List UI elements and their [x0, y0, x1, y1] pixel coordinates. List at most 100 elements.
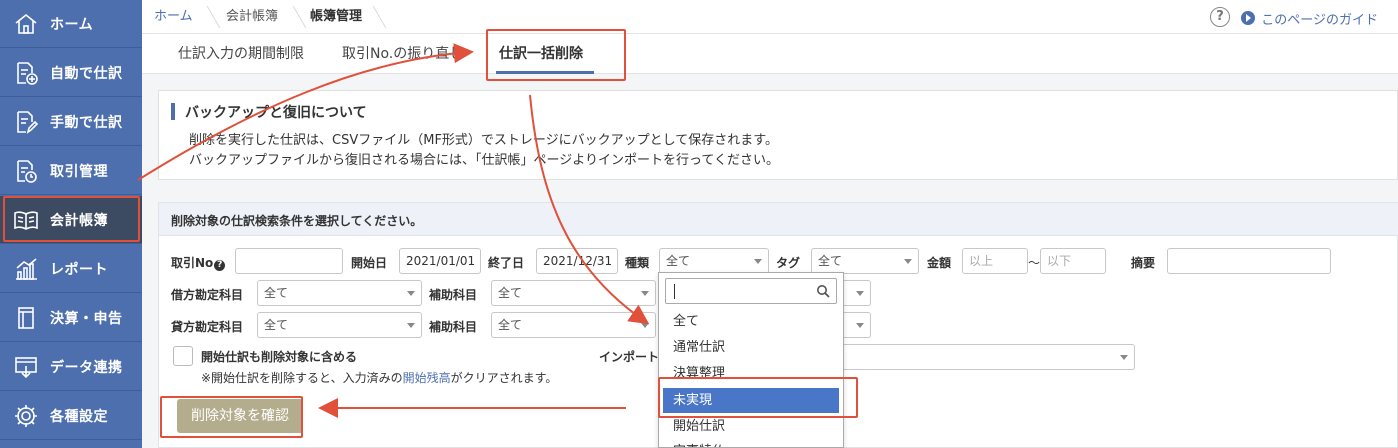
label-transaction-no: 取引No?	[171, 254, 226, 271]
memo-input[interactable]	[1167, 248, 1331, 274]
amount-min-input[interactable]	[962, 248, 1028, 274]
home-icon	[12, 10, 40, 38]
sidebar-item-home[interactable]: ホーム	[0, 0, 142, 48]
search-icon	[817, 285, 830, 298]
label-import: インポート	[599, 350, 660, 364]
tab-renumber[interactable]: 取引No.の振り直し	[342, 34, 463, 74]
title-bar-accent	[171, 103, 175, 120]
text-cursor	[674, 284, 675, 299]
sidebar-item-label: レポート	[50, 261, 108, 278]
panel-header: 削除対象の仕訳検索条件を選択してください。	[159, 203, 1398, 236]
label-tag: タグ	[776, 256, 801, 270]
credit-sub-select[interactable]: 全て	[491, 312, 656, 338]
book-icon	[12, 206, 40, 234]
debit-account-value: 全て	[264, 286, 289, 300]
chevron-down-icon	[856, 323, 864, 328]
opening-balance-link[interactable]: 開始残高	[403, 371, 451, 385]
label-credit-account: 貸方勘定科目	[171, 320, 244, 334]
label-transaction-no-text: 取引No	[171, 256, 214, 270]
sidebar-item-auto-journal[interactable]: 自動で仕訳	[0, 49, 142, 97]
breadcrumb-separator	[359, 6, 387, 28]
label-debit-sub: 補助科目	[429, 288, 478, 302]
label-type: 種類	[625, 256, 650, 270]
debit-sub-value: 全て	[498, 286, 523, 300]
sidebar-item-label: 各種設定	[50, 408, 108, 425]
tab-period-restriction[interactable]: 仕訳入力の期間制限	[178, 34, 304, 74]
sidebar-item-label: 自動で仕訳	[50, 65, 123, 82]
sidebar-item-transactions[interactable]: 取引管理	[0, 147, 142, 195]
help-circle-icon[interactable]: ?	[214, 260, 226, 271]
credit-account-select[interactable]: 全て	[257, 312, 422, 338]
start-date-input[interactable]	[399, 248, 481, 274]
label-debit-account: 借方勘定科目	[171, 288, 244, 302]
amount-range-tilde: 〜	[1028, 256, 1041, 270]
backup-info-box: バックアップと復旧について 削除を実行した仕訳は、CSVファイル（MF形式）でス…	[158, 90, 1398, 180]
tab-bar: 仕訳入力の期間制限 取引No.の振り直し 仕訳一括削除	[142, 34, 1398, 74]
breadcrumb: ホーム 会計帳簿 帳簿管理 ? このページのガイド	[142, 0, 1398, 34]
breadcrumb-books[interactable]: 会計帳簿	[226, 0, 278, 34]
dropdown-option-normal[interactable]: 通常仕訳	[663, 335, 839, 360]
auto-journal-icon	[12, 59, 40, 87]
breadcrumb-separator	[279, 6, 307, 28]
credit-account-value: 全て	[264, 318, 289, 332]
sidebar-item-label: 決算・申告	[50, 310, 123, 327]
amount-max-input[interactable]	[1040, 248, 1106, 274]
dropdown-option-closing[interactable]: 決算整理	[663, 361, 839, 386]
sidebar-item-settings[interactable]: 各種設定	[0, 392, 142, 440]
include-opening-label: 開始仕訳も削除対象に含める	[201, 350, 358, 364]
import-select[interactable]	[839, 344, 1135, 370]
sidebar-item-books[interactable]: 会計帳簿	[0, 196, 142, 244]
report-icon	[12, 255, 40, 283]
sidebar-item-settlement[interactable]: 決算・申告	[0, 294, 142, 342]
gear-icon	[12, 402, 40, 430]
opening-note-suffix: がクリアされます。	[450, 371, 558, 385]
tag-select-value: 全て	[818, 254, 843, 268]
chevron-down-icon	[407, 323, 415, 328]
sidebar: ホーム 自動で仕訳 手動で仕訳 取引管理 会計帳簿 レポート 決算・申告 データ…	[0, 0, 142, 448]
sidebar-item-data-link[interactable]: データ連携	[0, 343, 142, 391]
sidebar-item-label: データ連携	[50, 359, 123, 376]
credit-sub-value: 全て	[498, 318, 523, 332]
chevron-down-icon	[641, 323, 649, 328]
label-end-date: 終了日	[488, 256, 525, 270]
include-opening-checkbox[interactable]	[173, 346, 193, 366]
dropdown-option-unrealized[interactable]: 未実現	[663, 388, 839, 413]
data-link-icon	[12, 353, 40, 381]
transaction-no-input[interactable]	[235, 248, 343, 274]
opening-note-prefix: ※開始仕訳を削除すると、入力済みの	[201, 371, 403, 385]
settlement-icon	[12, 304, 40, 332]
sidebar-item-reports[interactable]: レポート	[0, 245, 142, 293]
chevron-down-icon	[641, 291, 649, 296]
chevron-down-icon	[754, 259, 762, 264]
chevron-down-icon	[856, 291, 864, 296]
type-dropdown-menu: 全て 通常仕訳 決算整理 未実現 開始仕訳 完事特仏	[658, 272, 844, 448]
end-date-input[interactable]	[536, 248, 618, 274]
dropdown-search-input[interactable]	[665, 278, 837, 304]
label-amount: 金額	[927, 256, 952, 270]
help-icon[interactable]: ?	[1210, 7, 1230, 27]
debit-account-select[interactable]: 全て	[257, 280, 422, 306]
label-memo: 摘要	[1131, 256, 1156, 270]
breadcrumb-home[interactable]: ホーム	[154, 0, 193, 34]
breadcrumb-separator	[193, 6, 221, 28]
dropdown-option-all[interactable]: 全て	[663, 309, 839, 334]
dropdown-option-partial[interactable]: 完事特仏	[663, 439, 839, 447]
type-select-value: 全て	[666, 254, 691, 268]
confirm-delete-button[interactable]: 削除対象を確認	[177, 399, 303, 433]
tab-bulk-delete[interactable]: 仕訳一括削除	[499, 34, 583, 74]
active-tab-underline	[496, 71, 594, 74]
type-select[interactable]: 全て	[659, 248, 769, 274]
sidebar-item-manual-journal[interactable]: 手動で仕訳	[0, 98, 142, 146]
sidebar-item-label: 会計帳簿	[50, 212, 108, 229]
tag-select[interactable]: 全て	[811, 248, 919, 274]
sidebar-item-label: 手動で仕訳	[50, 114, 123, 131]
chevron-down-icon	[904, 259, 912, 264]
manual-journal-icon	[12, 108, 40, 136]
page-guide-link[interactable]: このページのガイド	[1241, 8, 1378, 28]
dropdown-option-opening[interactable]: 開始仕訳	[663, 414, 839, 439]
transaction-icon	[12, 157, 40, 185]
sidebar-item-label: 取引管理	[50, 163, 108, 180]
backup-info-line-1: 削除を実行した仕訳は、CSVファイル（MF形式）でストレージにバックアップとして…	[189, 133, 778, 148]
play-icon	[1241, 11, 1256, 25]
debit-sub-select[interactable]: 全て	[491, 280, 656, 306]
